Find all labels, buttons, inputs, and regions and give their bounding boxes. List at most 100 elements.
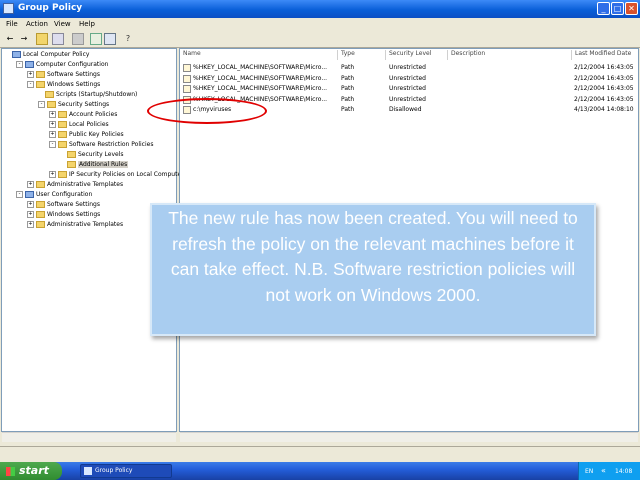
cell-level: Unrestricted [389, 64, 426, 71]
cell-name: %HKEY_LOCAL_MACHINE\SOFTWARE\Micro... [193, 64, 328, 71]
cell-name: %HKEY_LOCAL_MACHINE\SOFTWARE\Micro... [193, 85, 328, 92]
tree-node[interactable]: + IP Security Policies on Local Computer [49, 171, 184, 181]
cell-name: %HKEY_LOCAL_MACHINE\SOFTWARE\Micro... [193, 74, 328, 82]
list-horizontal-scrollbar[interactable] [180, 432, 638, 442]
tree-node-label: Computer Configuration [36, 61, 109, 68]
tree-node-label: Administrative Templates [47, 221, 124, 228]
tree-node-label: Public Key Policies [69, 131, 124, 138]
table-row[interactable]: %HKEY_LOCAL_MACHINE\SOFTWARE\Micro... Pat… [180, 63, 638, 73]
expand-icon[interactable]: + [49, 131, 56, 138]
cell-level: Disallowed [389, 106, 422, 113]
tree-node[interactable]: Security Levels [67, 151, 124, 161]
collapse-icon[interactable]: - [16, 191, 23, 198]
window-title: Group Policy [18, 3, 83, 13]
tree-node[interactable]: + Administrative Templates [27, 221, 123, 231]
clock: 14:08 [615, 468, 633, 475]
tree-node[interactable]: - Security Settings [38, 101, 109, 111]
tree-node[interactable]: - Software Restriction Policies [49, 141, 153, 151]
group-policy-task-icon [84, 466, 92, 475]
tree-node[interactable]: Local Computer Policy [12, 51, 89, 61]
start-button[interactable]: start [0, 462, 62, 480]
show-hide-tree-icon[interactable] [52, 33, 64, 45]
collapse-icon[interactable]: - [38, 101, 45, 108]
start-label: start [19, 464, 49, 477]
tree-node-label: Local Computer Policy [23, 51, 90, 58]
delete-icon[interactable] [72, 33, 84, 45]
tree-node-label: Scripts (Startup/Shutdown) [56, 91, 138, 98]
column-header-name[interactable]: Name [180, 50, 338, 60]
status-bar [0, 446, 640, 461]
forward-icon[interactable]: → [18, 33, 30, 45]
column-header-security-level[interactable]: Security Level [386, 50, 448, 60]
tree-node[interactable]: Scripts (Startup/Shutdown) [45, 91, 137, 101]
expand-icon[interactable]: + [49, 171, 56, 178]
folder-icon [58, 111, 67, 118]
export-list-icon[interactable] [104, 33, 116, 45]
expand-icon[interactable]: + [27, 201, 34, 208]
menu-file[interactable]: File [6, 20, 18, 28]
folder-icon [36, 201, 45, 208]
toolbar: ← → ? [0, 31, 640, 48]
title-bar[interactable]: Group Policy _ □ ✕ [0, 0, 640, 18]
menu-action[interactable]: Action [26, 20, 48, 28]
windows-logo-icon [6, 466, 15, 476]
menu-view[interactable]: View [54, 20, 71, 28]
taskbar-item-label: Group Policy [95, 467, 133, 474]
up-folder-icon[interactable] [36, 33, 48, 45]
column-header-description[interactable]: Description [448, 50, 572, 60]
help-icon[interactable]: ? [122, 33, 134, 45]
tree-node[interactable]: Additional Rules [67, 161, 129, 171]
cell-modified: 2/12/2004 16:43:05 [574, 74, 634, 82]
tree-node[interactable]: - Computer Configuration [16, 61, 108, 71]
column-header-last-modified[interactable]: Last Modified Date [572, 50, 638, 60]
folder-icon [36, 71, 45, 78]
expand-icon[interactable]: + [49, 121, 56, 128]
tree-node[interactable]: + Software Settings [27, 71, 100, 81]
computer-icon [25, 191, 34, 198]
tree-node[interactable]: + Administrative Templates [27, 181, 123, 191]
cell-type: Path [341, 85, 355, 92]
tree-node[interactable]: + Local Policies [49, 121, 109, 131]
expand-icon[interactable]: + [49, 111, 56, 118]
folder-icon [36, 221, 45, 228]
menu-help[interactable]: Help [79, 20, 95, 28]
menu-bar: File Action View Help [0, 18, 640, 31]
cell-level: Unrestricted [389, 74, 426, 82]
close-button[interactable]: ✕ [625, 2, 638, 15]
tree-node-label: IP Security Policies on Local Computer [69, 171, 184, 178]
tree-node[interactable]: - User Configuration [16, 191, 92, 201]
collapse-icon[interactable]: - [16, 61, 23, 68]
tutorial-callout: The new rule has now been created. You w… [150, 203, 596, 336]
collapse-icon[interactable]: - [27, 81, 34, 88]
tree-node[interactable]: + Software Settings [27, 201, 100, 211]
tree-node-label: Administrative Templates [47, 181, 124, 188]
tree-node-label: Security Levels [78, 151, 124, 158]
tray-arrow-icon[interactable]: « [601, 466, 606, 475]
taskbar-group-policy-button[interactable]: Group Policy [80, 464, 172, 478]
tree-node[interactable]: + Windows Settings [27, 211, 100, 221]
maximize-button[interactable]: □ [611, 2, 624, 15]
back-icon[interactable]: ← [4, 33, 16, 45]
folder-icon [58, 131, 67, 138]
language-indicator[interactable]: EN [585, 468, 593, 475]
collapse-icon[interactable]: - [49, 141, 56, 148]
minimize-button[interactable]: _ [597, 2, 610, 15]
refresh-icon[interactable] [90, 33, 102, 45]
computer-icon [12, 51, 21, 58]
callout-text: The new rule has now been created. You w… [168, 208, 578, 305]
tree-node[interactable]: + Public Key Policies [49, 131, 124, 141]
expand-icon[interactable]: + [27, 211, 34, 218]
table-row[interactable]: %HKEY_LOCAL_MACHINE\SOFTWARE\Micro... Pat… [180, 74, 638, 84]
folder-icon [36, 211, 45, 218]
tree-horizontal-scrollbar[interactable] [2, 432, 176, 442]
expand-icon[interactable]: + [27, 221, 34, 228]
expand-icon[interactable]: + [27, 71, 34, 78]
table-row[interactable]: %HKEY_LOCAL_MACHINE\SOFTWARE\Micro... Pat… [180, 84, 638, 94]
tree-node-label: Windows Settings [47, 211, 101, 218]
tree-node[interactable]: - Windows Settings [27, 81, 100, 91]
column-header-type[interactable]: Type [338, 50, 386, 60]
tree-node[interactable]: + Account Policies [49, 111, 117, 121]
expand-icon[interactable]: + [27, 181, 34, 188]
cell-type: Path [341, 95, 355, 103]
folder-icon [36, 181, 45, 188]
